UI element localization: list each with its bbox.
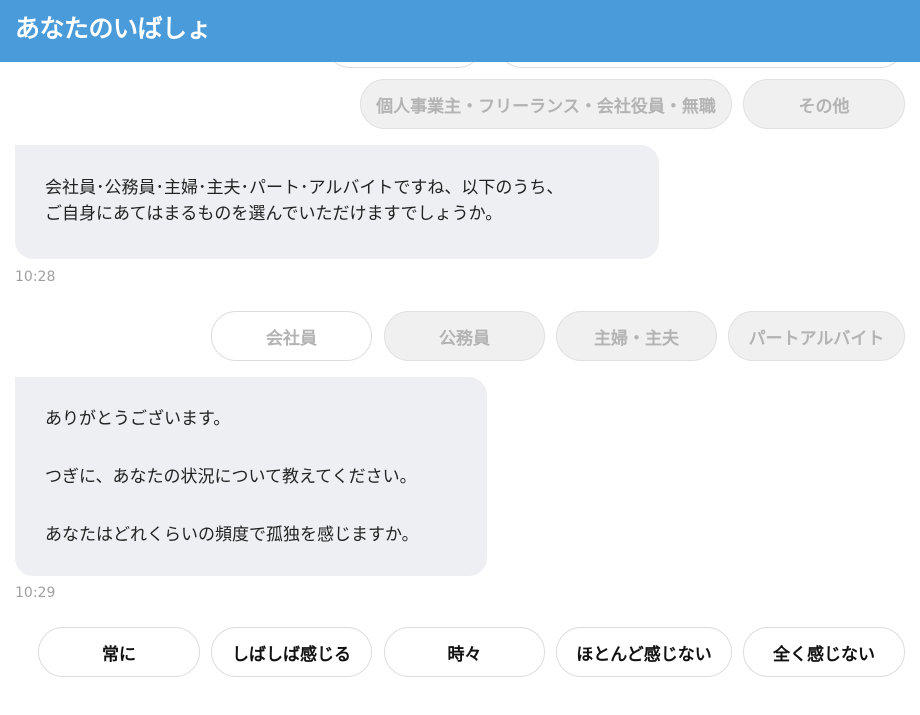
option-other: その他: [743, 79, 905, 129]
option-always[interactable]: 常に: [38, 627, 200, 677]
option-sometimes[interactable]: 時々: [384, 627, 545, 677]
message-line: 会社員･公務員･主婦･主夫･パート･アルバイトですね、以下のうち、: [45, 178, 564, 198]
message-timestamp: 10:29: [15, 585, 56, 601]
message-line: あなたはどれくらいの頻度で孤独を感じますか。: [45, 525, 419, 545]
message-line: つぎに、あなたの状況について教えてください。: [45, 467, 417, 487]
message-timestamp: 10:28: [15, 269, 56, 285]
app-title: あなたのいばしょ: [15, 14, 212, 43]
chat-screen: あなたのいばしょ 個人事業主・フリーランス・会社役員・無職 その他 会社員･公務…: [0, 0, 920, 715]
option-civil-servant: 公務員: [384, 311, 545, 361]
message-bubble: 会社員･公務員･主婦･主夫･パート･アルバイトですね、以下のうち、 ご自身にあて…: [15, 145, 659, 259]
option-company-employee: 会社員: [211, 311, 372, 361]
message-line: ご自身にあてはまるものを選んでいただけますでしょうか。: [45, 204, 503, 224]
app-header: あなたのいばしょ: [0, 0, 920, 62]
option-often[interactable]: しばしば感じる: [211, 627, 372, 677]
option-part-time: パートアルバイト: [728, 311, 905, 361]
message-bubble: ありがとうございます。 つぎに、あなたの状況について教えてください。 あなたはど…: [15, 377, 487, 576]
message-line: ありがとうございます。: [45, 409, 231, 429]
option-self-employed: 個人事業主・フリーランス・会社役員・無職: [360, 79, 732, 129]
option-rarely[interactable]: ほとんど感じない: [556, 627, 732, 677]
option-homemaker: 主婦・主夫: [556, 311, 717, 361]
option-never[interactable]: 全く感じない: [743, 627, 905, 677]
